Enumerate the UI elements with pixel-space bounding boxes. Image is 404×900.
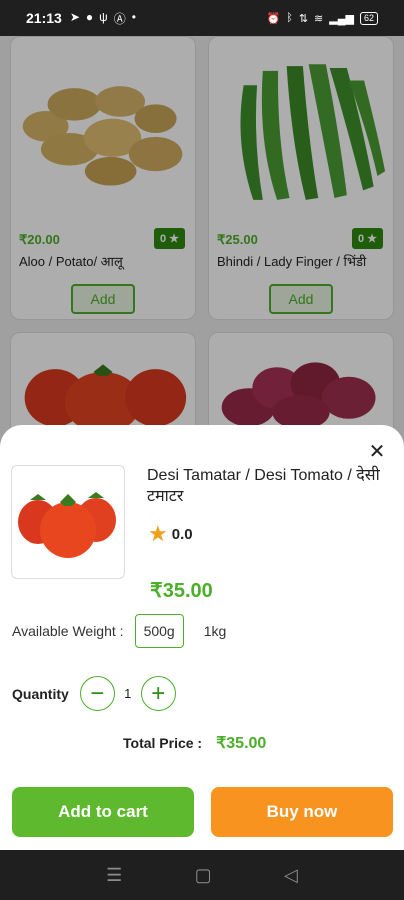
product-thumbnail — [11, 465, 125, 579]
weight-label: Available Weight : — [12, 623, 124, 639]
total-value: ₹35.00 — [216, 735, 267, 752]
dot-icon: • — [131, 9, 136, 24]
location-icon: ● — [85, 9, 94, 24]
product-price: ₹35.00 — [150, 580, 213, 602]
signal-icon: ▂▄▆ — [329, 12, 354, 25]
system-nav-bar: ☰ ▢ ◁ — [0, 850, 404, 900]
product-detail-sheet: ✕ Desi Tamatar / Desi Tomato / देसी टमाट… — [0, 425, 404, 850]
increase-button[interactable]: + — [140, 676, 176, 711]
bluetooth-icon: ᛒ — [286, 12, 293, 24]
weight-option-500g[interactable]: 500g — [134, 614, 184, 648]
back-icon[interactable]: ◁ — [284, 865, 298, 886]
status-bar: 21:13 ➤ ● ψ Ⓐ • ⏰ ᛒ ⇅ ≋ ▂▄▆ 62 — [0, 0, 404, 36]
system-icons: ⏰ ᛒ ⇅ ≋ ▂▄▆ 62 — [266, 11, 378, 25]
home-icon[interactable]: ▢ — [195, 865, 212, 886]
add-to-cart-button[interactable]: Add to cart — [12, 787, 194, 837]
quantity-label: Quantity — [12, 685, 69, 702]
weight-selector: Available Weight : 500g 1kg — [12, 614, 234, 648]
buy-now-button[interactable]: Buy now — [211, 787, 393, 837]
quantity-value: 1 — [124, 686, 132, 701]
app-icon: Ⓐ — [113, 11, 126, 26]
telegram-icon: ➤ — [69, 9, 80, 24]
total-price-row: Total Price : ₹35.00 — [123, 733, 266, 753]
rating-row: ★ 0.0 — [148, 523, 193, 545]
product-title: Desi Tamatar / Desi Tomato / देसी टमाटर — [147, 467, 380, 505]
battery-icon: 62 — [359, 11, 378, 25]
wifi-icon: ≋ — [314, 12, 324, 25]
rating-value: 0.0 — [171, 525, 193, 543]
decrease-button[interactable]: − — [79, 676, 115, 711]
weight-option-1kg[interactable]: 1kg — [196, 615, 235, 647]
torch-icon: ψ — [99, 9, 108, 24]
data-icon: ⇅ — [298, 12, 309, 25]
quantity-stepper: Quantity − 1 + — [12, 676, 176, 711]
status-time: 21:13 — [26, 10, 62, 26]
alarm-icon: ⏰ — [266, 12, 281, 25]
total-label: Total Price : — [123, 735, 203, 751]
close-icon[interactable]: ✕ — [366, 440, 388, 463]
menu-icon[interactable]: ☰ — [106, 865, 122, 886]
star-icon: ★ — [148, 521, 168, 546]
notification-icons: ➤ ● ψ Ⓐ • — [70, 10, 136, 27]
